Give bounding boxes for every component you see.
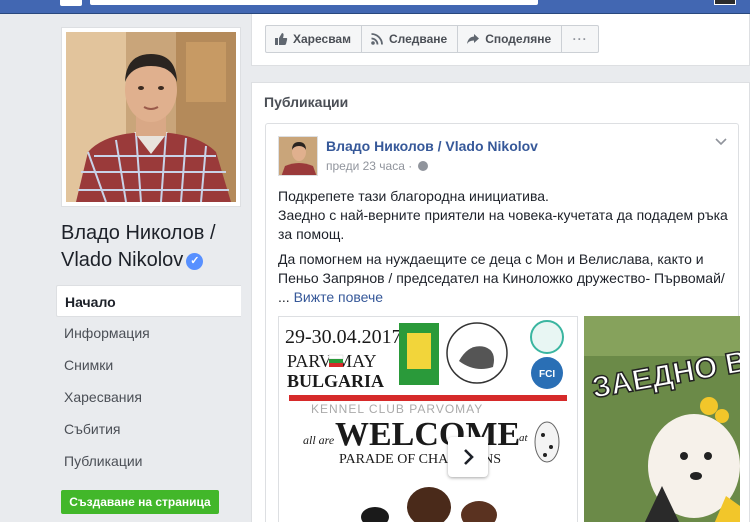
post-author-name[interactable]: Владо Николов / Vlado Nikolov — [326, 138, 538, 154]
rss-follow-icon — [371, 33, 383, 45]
post-image-dog[interactable]: ЗАЕДНО В — [584, 316, 740, 522]
action-button-group: Харесвам Следване Споделяне ··· — [265, 25, 600, 53]
fci-logo-text: FCI — [539, 369, 555, 380]
chevron-down-icon[interactable] — [713, 134, 729, 150]
share-arrow-icon — [467, 34, 480, 44]
dog-show-poster: 29-30.04.2017 PARV MAY BULGARIA FCI KENN… — [279, 317, 577, 522]
page-title: Владо Николов / Vlado Nikolov ✓ — [61, 220, 241, 274]
dog-photo: ЗАЕДНО В — [584, 316, 740, 522]
post-body: Подкрепете тази благородна инициатива. За… — [278, 187, 733, 313]
post-author-avatar[interactable] — [278, 136, 318, 176]
nav-item-info[interactable]: Информация — [56, 317, 241, 349]
more-options-button[interactable]: ··· — [562, 26, 598, 52]
share-button[interactable]: Споделяне — [458, 26, 563, 52]
page-action-bar: Харесвам Следване Споделяне ··· — [251, 14, 750, 66]
post-text-line-3: Да помогнем на нуждаещите се деца с Мон … — [278, 251, 725, 286]
post-text-line-1: Подкрепете тази благородна инициатива. — [278, 188, 549, 204]
poster-date: 29-30.04.2017 — [285, 326, 402, 348]
nav-item-home[interactable]: Начало — [56, 285, 241, 317]
publications-heading: Публикации — [264, 94, 349, 110]
carousel-next-button[interactable] — [448, 437, 488, 477]
poster-country: BULGARIA — [287, 371, 384, 391]
facebook-logo-icon[interactable] — [60, 0, 82, 6]
poster-at: at — [519, 432, 529, 444]
ellipsis: ... — [278, 289, 290, 305]
profile-picture[interactable] — [61, 27, 241, 207]
post-image-poster[interactable]: 29-30.04.2017 PARV MAY BULGARIA FCI KENN… — [278, 316, 578, 522]
nav-item-likes[interactable]: Харесвания — [56, 381, 241, 413]
profile-photo — [66, 32, 236, 202]
globe-icon — [417, 161, 428, 171]
author-thumbnail — [279, 137, 317, 175]
follow-label: Следване — [388, 32, 448, 46]
like-label: Харесвам — [293, 32, 351, 46]
publications-section: Публикации Владо Николов / Vlado Nikolov… — [251, 82, 750, 522]
post-timestamp[interactable]: преди 23 часа · — [326, 159, 428, 173]
page-navigation: Начало Информация Снимки Харесвания Съби… — [56, 285, 241, 477]
poster-all-are: all are — [303, 433, 335, 447]
post-card: Владо Николов / Vlado Nikolov преди 23 ч… — [265, 123, 740, 522]
follow-button[interactable]: Следване — [362, 26, 459, 52]
create-page-button[interactable]: Създаване на страница — [61, 490, 219, 514]
nav-item-photos[interactable]: Снимки — [56, 349, 241, 381]
post-time-text: преди 23 часа — [326, 159, 405, 173]
nav-item-posts[interactable]: Публикации — [56, 445, 241, 477]
post-text-line-2: Заедно с най-верните приятели на човека-… — [278, 207, 728, 242]
nav-item-events[interactable]: Събития — [56, 413, 241, 445]
share-label: Споделяне — [485, 32, 552, 46]
top-navigation-bar — [0, 0, 750, 14]
verified-badge-icon: ✓ — [186, 253, 204, 270]
like-button[interactable]: Харесвам — [266, 26, 362, 52]
poster-club: KENNEL CLUB PARVOMAY — [311, 402, 483, 416]
see-more-link[interactable]: Вижте повече — [294, 289, 384, 305]
user-avatar[interactable] — [714, 0, 736, 5]
chevron-right-icon — [464, 449, 474, 465]
poster-welcome: WELCOME — [335, 416, 520, 453]
search-input[interactable] — [90, 0, 538, 5]
thumbs-up-icon — [275, 33, 288, 45]
